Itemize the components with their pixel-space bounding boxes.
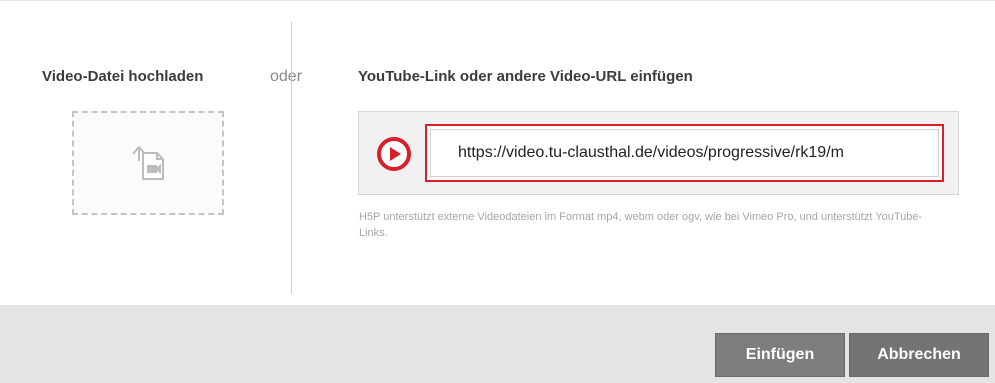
cancel-button[interactable]: Abbrechen xyxy=(849,333,989,377)
play-icon xyxy=(377,137,411,171)
video-source-dialog: Video-Datei hochladen oder YouTube-Link … xyxy=(0,0,995,383)
upload-drop-zone[interactable] xyxy=(72,111,224,215)
upload-heading: Video-Datei hochladen xyxy=(42,68,204,85)
url-help-text: H5P unterstützt externe Videodateien im … xyxy=(359,211,923,239)
insert-button[interactable]: Einfügen xyxy=(715,333,845,377)
top-divider xyxy=(0,0,995,1)
url-input-highlight: https://video.tu-clausthal.de/videos/pro… xyxy=(425,124,944,182)
video-url-input[interactable]: https://video.tu-clausthal.de/videos/pro… xyxy=(430,129,939,177)
dialog-footer xyxy=(0,305,995,383)
upload-video-icon xyxy=(132,146,164,180)
or-separator-label: oder xyxy=(270,68,303,85)
vertical-divider xyxy=(291,22,292,294)
url-heading: YouTube-Link oder andere Video-URL einfü… xyxy=(358,68,693,85)
